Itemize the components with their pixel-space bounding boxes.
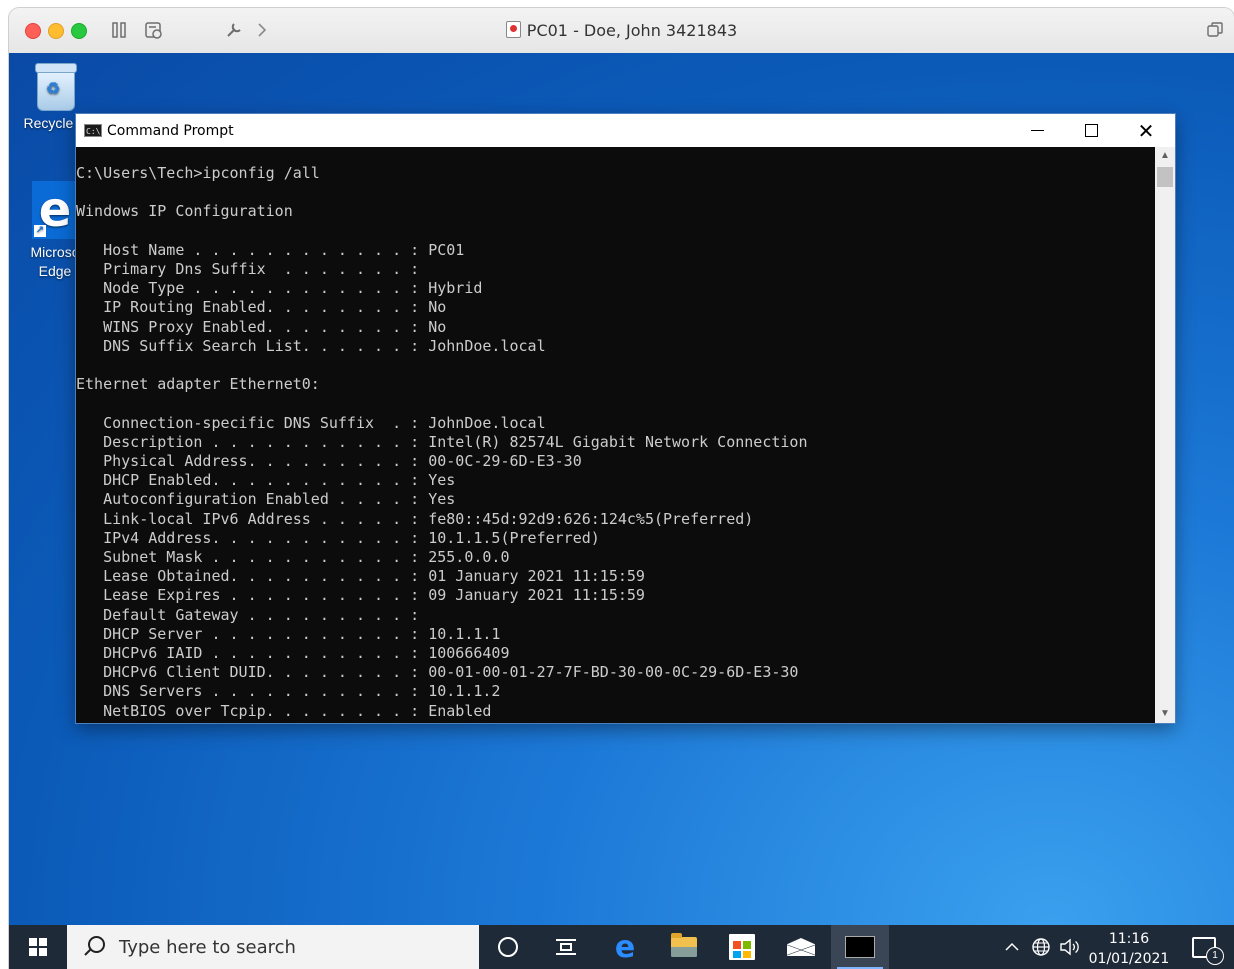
console-line: Ethernet adapter Ethernet0: bbox=[76, 375, 320, 394]
console-line: Connection-specific DNS Suffix . : JohnD… bbox=[76, 413, 546, 432]
console-line: Windows IP Configuration bbox=[76, 202, 293, 221]
task-view-button[interactable] bbox=[537, 925, 595, 969]
scroll-down-icon[interactable]: ▼ bbox=[1155, 705, 1175, 723]
console-line: IP Routing Enabled. . . . . . . . : No bbox=[76, 298, 447, 317]
console-line: Subnet Mask . . . . . . . . . . . : 255.… bbox=[76, 548, 510, 566]
host-window-title-text: PC01 - Doe, John 3421843 bbox=[526, 21, 738, 40]
volume-button[interactable] bbox=[1057, 925, 1083, 969]
clock-date: 01/01/2021 bbox=[1088, 951, 1170, 967]
maximize-button[interactable] bbox=[1064, 114, 1118, 147]
chevron-up-icon bbox=[1005, 942, 1019, 951]
console-line: Description . . . . . . . . . . . : Inte… bbox=[76, 432, 808, 451]
console-line: Node Type . . . . . . . . . . . . : Hybr… bbox=[76, 279, 483, 298]
cortana-button[interactable] bbox=[479, 925, 537, 969]
taskbar-search-box[interactable]: Type here to search bbox=[67, 925, 479, 969]
console-line: Host Name . . . . . . . . . . . . : PC01 bbox=[76, 240, 465, 259]
taskbar-file-explorer-button[interactable] bbox=[655, 925, 713, 969]
recycle-bin-icon: ♻ bbox=[35, 63, 77, 111]
console-line: DNS Suffix Search List. . . . . . : John… bbox=[76, 336, 546, 355]
notification-count-badge: 1 bbox=[1206, 946, 1224, 965]
console-line: Default Gateway . . . . . . . . . : bbox=[76, 605, 429, 624]
console-line: C:\Users\Tech>ipconfig /all bbox=[76, 164, 320, 182]
host-window: PC01 - Doe, John 3421843 ♻ Recycle B e ↗ … bbox=[9, 8, 1234, 969]
task-view-icon bbox=[556, 939, 576, 955]
console-line: NetBIOS over Tcpip. . . . . . . . : Enab… bbox=[76, 701, 492, 720]
taskbar: Type here to search e 11:16 01/01/2021 1 bbox=[9, 925, 1234, 969]
taskbar-edge-button[interactable]: e bbox=[596, 925, 654, 969]
globe-icon bbox=[1032, 938, 1050, 956]
console-line: Primary Dns Suffix . . . . . . . : bbox=[76, 260, 429, 278]
notification-icon: 1 bbox=[1192, 936, 1224, 965]
cmd-window-title: Command Prompt bbox=[107, 122, 234, 139]
edge-icon: e ↗ bbox=[32, 181, 78, 239]
console-line: Lease Obtained. . . . . . . . . . : 01 J… bbox=[76, 567, 645, 586]
console-line: Lease Expires . . . . . . . . . . : 09 J… bbox=[76, 586, 645, 605]
console-line: WINS Proxy Enabled. . . . . . . . : No bbox=[76, 317, 447, 336]
taskbar-clock[interactable]: 11:16 01/01/2021 bbox=[1082, 929, 1176, 969]
console-line: DHCPv6 IAID . . . . . . . . . . . : 1006… bbox=[76, 644, 510, 662]
show-hidden-icons-button[interactable] bbox=[1001, 925, 1023, 969]
host-titlebar: PC01 - Doe, John 3421843 bbox=[9, 8, 1234, 54]
store-icon bbox=[729, 934, 755, 960]
restore-window-icon[interactable] bbox=[1205, 18, 1225, 42]
maximize-icon bbox=[1084, 124, 1098, 137]
console-line: DHCP Server . . . . . . . . . . . : 10.1… bbox=[76, 624, 501, 643]
host-window-title: PC01 - Doe, John 3421843 bbox=[9, 21, 1234, 40]
console-output[interactable]: C:\Users\Tech>ipconfig /all Windows IP Co… bbox=[76, 147, 1155, 723]
cmd-titlebar[interactable]: C:\ Command Prompt ✕ bbox=[76, 114, 1175, 147]
command-prompt-icon bbox=[845, 936, 875, 958]
command-prompt-window[interactable]: C:\ Command Prompt ✕ C:\Users\Tech>ipcon… bbox=[76, 114, 1175, 723]
scroll-thumb[interactable] bbox=[1157, 167, 1173, 187]
console-line: Autoconfiguration Enabled . . . . : Yes bbox=[76, 490, 456, 509]
edge-icon: e bbox=[614, 929, 636, 965]
minimize-button[interactable] bbox=[1010, 114, 1064, 147]
vertical-scrollbar[interactable]: ▲ ▼ bbox=[1155, 147, 1175, 723]
network-button[interactable] bbox=[1027, 925, 1055, 969]
console-line: Physical Address. . . . . . . . . : 00-0… bbox=[76, 452, 582, 470]
console-line: DHCP Enabled. . . . . . . . . . . : Yes bbox=[76, 471, 456, 490]
close-icon: ✕ bbox=[1137, 118, 1155, 143]
taskbar-command-prompt-button[interactable] bbox=[831, 925, 889, 969]
command-prompt-icon: C:\ bbox=[84, 124, 102, 137]
minimize-icon bbox=[1030, 130, 1044, 131]
windows-desktop: ♻ Recycle B e ↗ Microso Edge C:\ Command … bbox=[9, 53, 1234, 925]
remote-desktop-icon bbox=[505, 21, 521, 38]
shortcut-arrow-icon: ↗ bbox=[34, 225, 46, 237]
console-line: DNS Servers . . . . . . . . . . . : 10.1… bbox=[76, 682, 501, 701]
close-button[interactable]: ✕ bbox=[1119, 114, 1173, 147]
console-line: DHCPv6 Client DUID. . . . . . . . : 00-0… bbox=[76, 663, 799, 682]
action-center-button[interactable]: 1 bbox=[1184, 925, 1224, 969]
taskbar-mail-button[interactable] bbox=[772, 925, 830, 969]
cortana-icon bbox=[498, 937, 518, 957]
taskbar-store-button[interactable] bbox=[713, 925, 771, 969]
mail-icon bbox=[787, 938, 815, 956]
search-icon bbox=[83, 936, 105, 958]
clock-time: 11:16 bbox=[1108, 931, 1150, 947]
console-line: Link-local IPv6 Address . . . . . : fe80… bbox=[76, 509, 754, 528]
start-button[interactable] bbox=[9, 925, 67, 969]
speaker-icon bbox=[1060, 938, 1079, 956]
file-explorer-icon bbox=[671, 933, 697, 957]
search-placeholder: Type here to search bbox=[119, 936, 296, 958]
scroll-up-icon[interactable]: ▲ bbox=[1155, 147, 1175, 165]
windows-logo-icon bbox=[29, 938, 47, 956]
console-line: IPv4 Address. . . . . . . . . . . : 10.1… bbox=[76, 528, 600, 547]
